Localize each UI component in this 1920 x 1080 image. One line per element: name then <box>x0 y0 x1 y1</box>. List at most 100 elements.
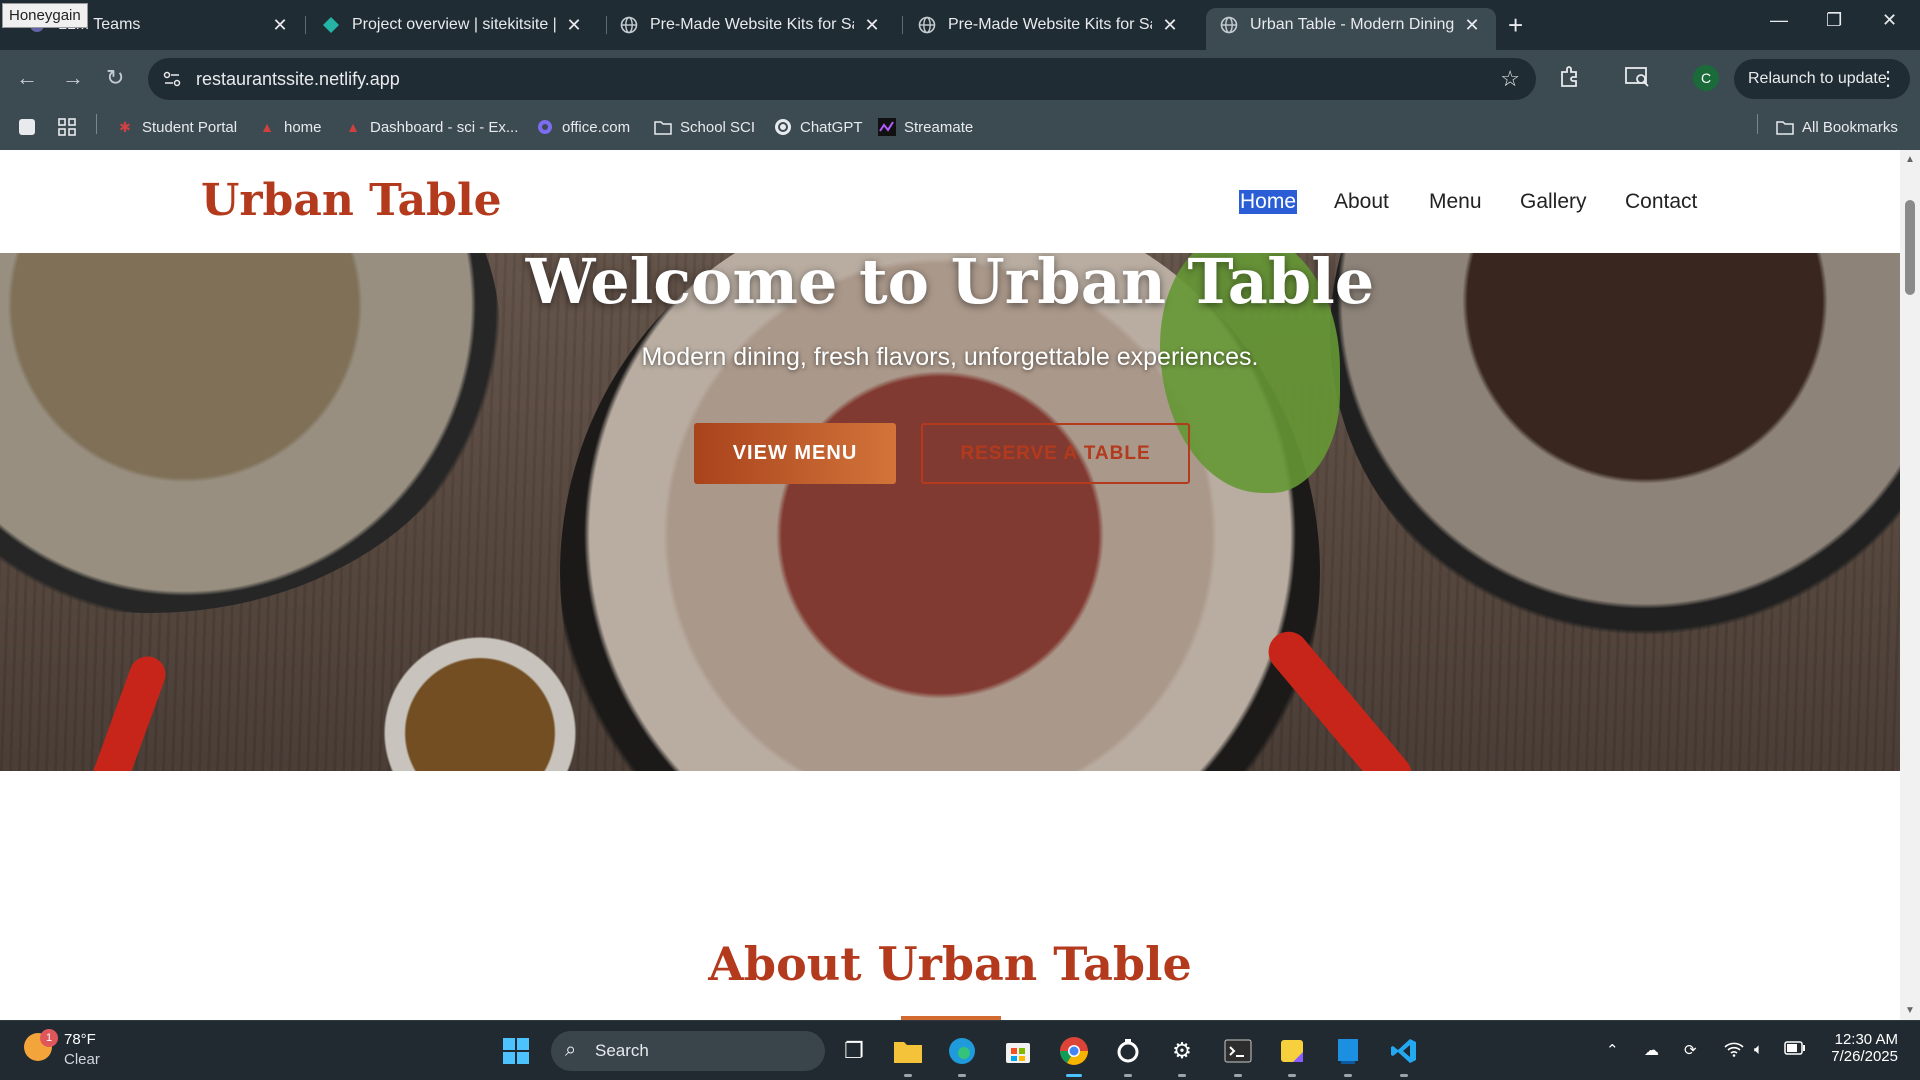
tab-project-overview[interactable]: Project overview | sitekitsite | N ✕ <box>308 8 598 42</box>
running-indicator <box>1288 1074 1296 1077</box>
windows-start-icon[interactable] <box>500 1035 532 1067</box>
netlify-favicon-icon <box>322 16 340 34</box>
running-indicator <box>1400 1074 1408 1077</box>
minimize-icon[interactable]: — <box>1770 10 1788 31</box>
profile-avatar[interactable]: C <box>1693 65 1719 91</box>
new-tab-plus-icon[interactable]: + <box>1508 10 1523 41</box>
back-arrow-icon[interactable]: ← <box>16 65 38 91</box>
microsoft-store-icon[interactable] <box>1002 1035 1034 1067</box>
notes-app-icon[interactable] <box>1332 1035 1364 1077</box>
battery-icon[interactable] <box>1784 1041 1806 1059</box>
file-explorer-icon[interactable] <box>892 1035 924 1077</box>
bookmark-home[interactable]: ▲ home <box>258 118 322 136</box>
tab-title: Project overview | sitekitsite | N <box>352 16 556 33</box>
bookmark-office[interactable]: office.com <box>536 118 630 136</box>
taskbar-search[interactable]: ⌕ Search <box>551 1031 825 1071</box>
tab-title: Urban Table - Modern Dining E <box>1250 16 1454 33</box>
volume-icon[interactable]: 🔈︎ <box>1754 1041 1763 1058</box>
close-tab-icon[interactable]: ✕ <box>564 15 584 36</box>
site-logo[interactable]: Urban Table <box>201 175 502 226</box>
search-label: Search <box>595 1041 649 1060</box>
onedrive-status-icon[interactable]: ☁ <box>1644 1041 1659 1059</box>
relaunch-to-update-button[interactable]: Relaunch to update ⋮ <box>1734 59 1910 99</box>
nav-gallery[interactable]: Gallery <box>1520 190 1587 214</box>
dashboard-bookmark-icon: ▲ <box>346 119 360 135</box>
edge-browser-icon[interactable] <box>946 1035 978 1077</box>
chrome-browser-icon[interactable] <box>1058 1035 1090 1077</box>
extensions-puzzle-icon[interactable] <box>1558 64 1582 94</box>
nav-menu[interactable]: Menu <box>1429 190 1482 214</box>
hero-overlay <box>0 253 1900 771</box>
sync-status-icon[interactable]: ⟳ <box>1684 1041 1697 1059</box>
running-indicator <box>1178 1074 1186 1077</box>
chatgpt-icon <box>774 118 792 136</box>
globe-icon <box>918 16 936 34</box>
student-portal-icon: ✱ <box>119 118 131 135</box>
clock-time: 12:30 AM <box>1834 1031 1898 1048</box>
reserve-table-button[interactable]: RESERVE A TABLE <box>921 423 1190 484</box>
folder-icon <box>654 118 672 136</box>
system-clock[interactable]: 12:30 AM 7/26/2025 <box>1826 1031 1898 1065</box>
nav-home[interactable]: Home <box>1239 190 1298 214</box>
hero-section: Welcome to Urban Table Modern dining, fr… <box>0 253 1900 771</box>
cast-media-icon[interactable] <box>1624 64 1650 94</box>
clock-date: 7/26/2025 <box>1831 1048 1898 1065</box>
folder-icon <box>1776 118 1794 136</box>
close-window-icon[interactable]: ✕ <box>1882 10 1897 31</box>
wifi-icon[interactable] <box>1724 1041 1744 1061</box>
view-menu-button[interactable]: VIEW MENU <box>694 423 896 484</box>
close-tab-icon[interactable]: ✕ <box>862 15 882 36</box>
browser-toolbar: ← → ↻ restaurantssite.netlify.app ☆ C Re… <box>0 50 1920 108</box>
notification-badge: 1 <box>40 1029 58 1047</box>
scrollbar-thumb[interactable] <box>1905 200 1915 295</box>
bookmark-dashboard[interactable]: ▲ Dashboard - sci - Ex... <box>344 118 518 136</box>
bookmark-streamate[interactable]: Streamate <box>878 118 973 136</box>
restore-icon[interactable]: ❐ <box>1826 10 1842 31</box>
tab-premade-kits-2[interactable]: Pre-Made Website Kits for Sale ✕ <box>904 8 1194 42</box>
terminal-icon[interactable] <box>1222 1035 1254 1077</box>
close-tab-icon[interactable]: ✕ <box>1160 15 1180 36</box>
tab-search-icon[interactable] <box>18 118 36 136</box>
running-indicator <box>904 1074 912 1077</box>
bookmark-star-icon[interactable]: ☆ <box>1500 66 1520 92</box>
reload-icon[interactable]: ↻ <box>106 65 124 91</box>
bookmarks-divider <box>96 114 97 134</box>
site-info-icon[interactable] <box>162 69 182 89</box>
search-icon: ⌕ <box>565 1039 577 1061</box>
ring-app-icon[interactable] <box>1112 1035 1144 1077</box>
close-tab-icon[interactable]: ✕ <box>1462 15 1482 36</box>
site-header: Urban Table Home About Menu Gallery Cont… <box>0 150 1900 253</box>
tab-urban-table[interactable]: Urban Table - Modern Dining E ✕ <box>1206 8 1496 50</box>
close-tab-icon[interactable]: ✕ <box>270 15 290 36</box>
browser-tab-strip: Honeygain LLM Teams ✕ Project overview |… <box>0 0 1920 50</box>
all-bookmarks-label: All Bookmarks <box>1802 118 1898 136</box>
url-text: restaurantssite.netlify.app <box>196 69 400 89</box>
tab-premade-kits-1[interactable]: Pre-Made Website Kits for Sale ✕ <box>606 8 896 42</box>
nav-about[interactable]: About <box>1334 190 1389 214</box>
vscode-icon[interactable] <box>1388 1035 1420 1077</box>
bookmark-school-sci[interactable]: School SCI <box>654 118 755 136</box>
bookmark-label: School SCI <box>680 118 756 136</box>
streamate-icon <box>878 118 896 136</box>
bookmark-label: office.com <box>562 118 631 136</box>
address-bar[interactable]: restaurantssite.netlify.app ☆ <box>148 58 1536 100</box>
scroll-down-arrow-icon[interactable]: ▼ <box>1905 1005 1915 1016</box>
all-bookmarks-button[interactable]: All Bookmarks <box>1776 118 1898 136</box>
task-view-icon[interactable]: ❐ <box>838 1035 870 1067</box>
bookmark-chatgpt[interactable]: ChatGPT <box>774 118 863 136</box>
active-indicator <box>1066 1074 1082 1077</box>
forward-arrow-icon[interactable]: → <box>62 65 84 91</box>
show-hidden-icons-chevron-icon[interactable]: ⌃ <box>1606 1041 1619 1059</box>
more-menu-icon[interactable]: ⋮ <box>1878 59 1898 99</box>
apps-grid-icon[interactable] <box>58 118 76 136</box>
nav-contact[interactable]: Contact <box>1625 190 1697 214</box>
relaunch-label: Relaunch to update <box>1748 70 1887 87</box>
page-scrollbar[interactable]: ▲ ▼ <box>1900 150 1920 1020</box>
bookmarks-bar: ✱ Student Portal ▲ home ▲ Dashboard - sc… <box>0 108 1920 150</box>
tab-title: Pre-Made Website Kits for Sale <box>948 16 1152 33</box>
scroll-up-arrow-icon[interactable]: ▲ <box>1905 154 1915 165</box>
bookmark-student-portal[interactable]: ✱ Student Portal <box>116 118 237 136</box>
bookmark-label: home <box>284 118 322 136</box>
settings-gear-icon[interactable]: ⚙ <box>1166 1035 1198 1077</box>
sticky-notes-icon[interactable] <box>1276 1035 1308 1077</box>
